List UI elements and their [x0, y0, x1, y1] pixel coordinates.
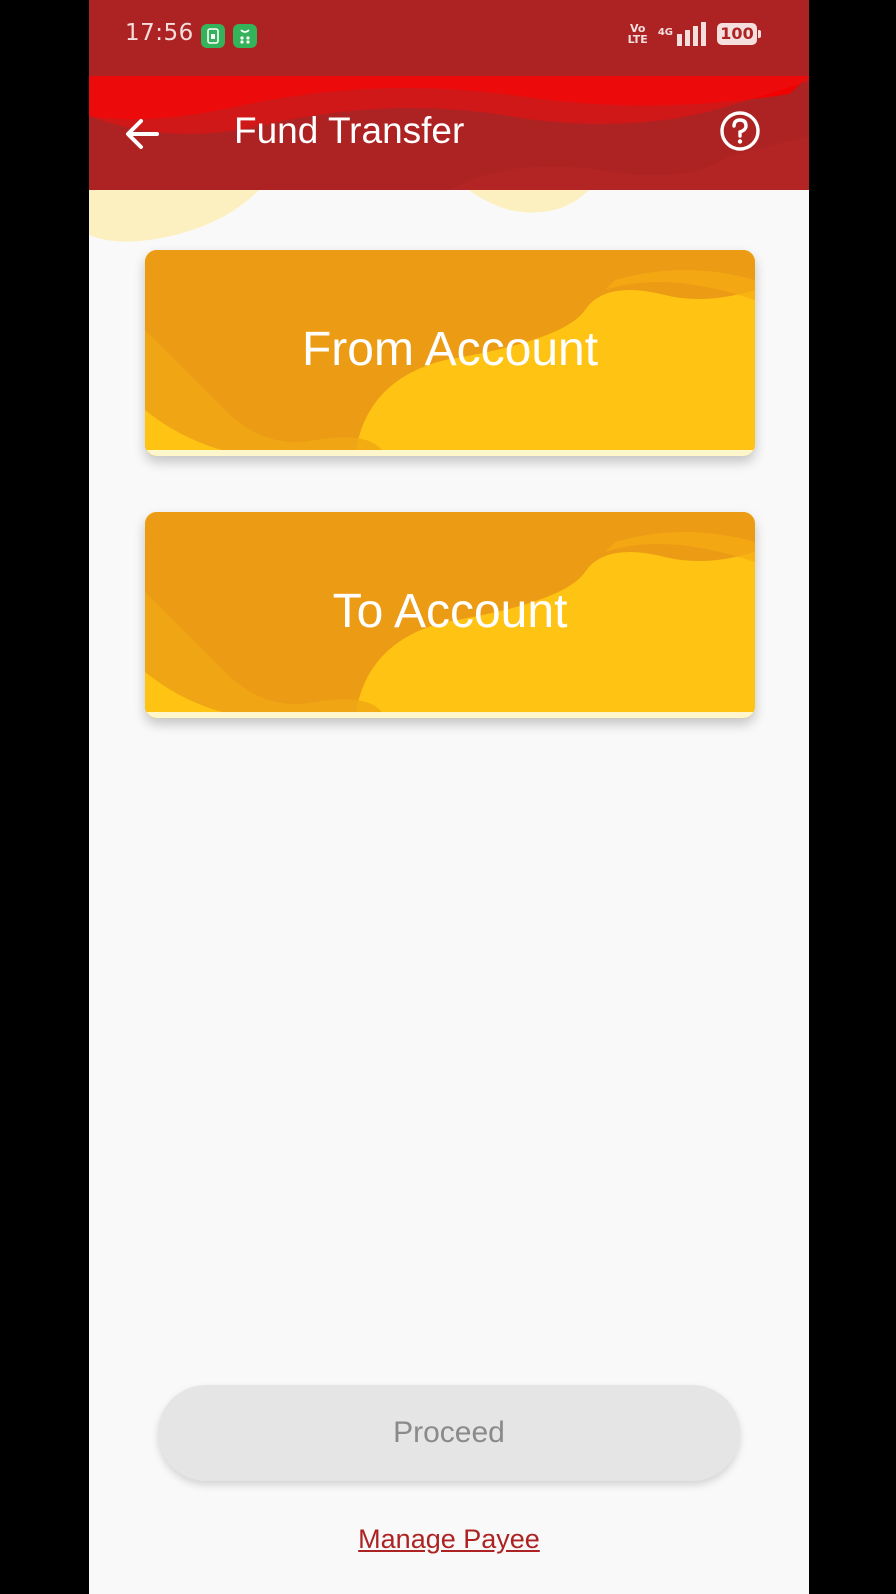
fund-transfer-screen: 17:56 Vo LTE 4G 100 Fund Transfer From A… — [89, 0, 809, 1594]
arrow-left-icon — [126, 119, 159, 149]
status-indicators: Vo LTE 4G 100 — [628, 22, 761, 46]
to-account-card[interactable]: To Account — [145, 512, 755, 718]
proceed-button[interactable]: Proceed — [158, 1385, 740, 1481]
volte-indicator: Vo LTE — [628, 23, 648, 45]
sim-card-notification-icon — [201, 24, 225, 48]
app-bar: Fund Transfer — [89, 76, 809, 190]
status-bar: 17:56 Vo LTE 4G 100 — [89, 0, 809, 76]
help-button[interactable] — [719, 110, 761, 152]
battery-icon: 100 — [717, 23, 761, 45]
manage-payee-link[interactable]: Manage Payee — [89, 1524, 809, 1555]
from-account-label: From Account — [301, 322, 599, 376]
help-circle-icon — [720, 111, 760, 151]
from-account-card[interactable]: From Account — [145, 250, 755, 456]
app-notification-icon — [233, 24, 257, 48]
volte-bottom-text: LTE — [627, 33, 648, 46]
status-time: 17:56 — [125, 20, 194, 46]
signal-icon: 4G — [658, 22, 707, 46]
network-type: 4G — [657, 27, 673, 38]
back-button[interactable] — [121, 112, 165, 156]
page-title: Fund Transfer — [234, 110, 465, 151]
to-account-label: To Account — [332, 584, 568, 638]
